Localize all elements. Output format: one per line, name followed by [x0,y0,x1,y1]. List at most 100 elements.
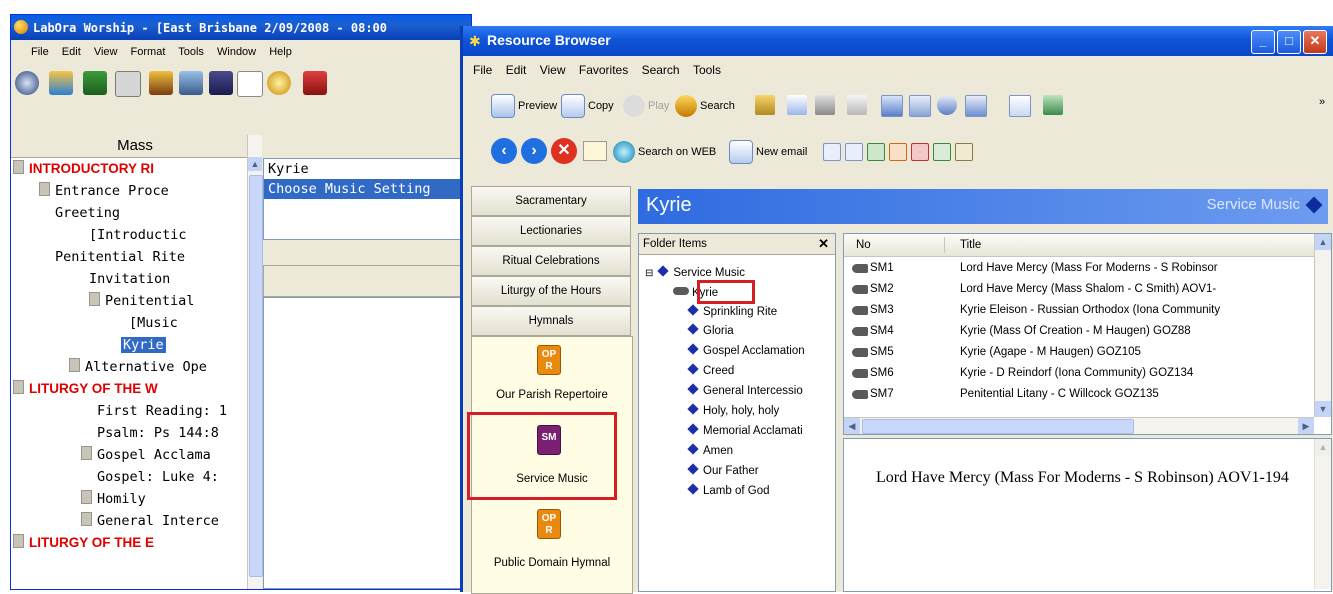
labora-menu-view[interactable]: View [94,46,118,58]
labora-menu-format[interactable]: Format [131,46,166,58]
toolbar-overflow-icon[interactable]: » [1319,96,1325,108]
tree-node-general-intercessions[interactable]: General Interce [81,510,219,532]
tree-node-liturgy-of-the-word[interactable]: LITURGY OF THE W [13,378,158,400]
mail-icon[interactable] [583,141,607,161]
copy-button[interactable]: Copy [561,92,614,120]
list-row[interactable]: SM6 Kyrie - D Reindorf (Iona Community) G… [844,363,1314,384]
folder-item-holy-holy-holy[interactable]: Holy, holy, holy [687,402,779,421]
horizontal-scroll-thumb[interactable] [862,419,1134,434]
list-row[interactable]: SM3 Kyrie Eleison - Russian Orthodox (Ion… [844,300,1314,321]
document-icon[interactable] [847,95,867,115]
folder-item-gospel-acclamation[interactable]: Gospel Acclamation [687,342,805,361]
list-horizontal-scrollbar[interactable]: ◀ ▶ [844,417,1314,434]
exit-door-icon[interactable] [1043,95,1063,115]
search-icon[interactable] [267,71,291,95]
scroll-down-icon[interactable]: ▼ [1315,401,1331,417]
list-row[interactable]: SM4 Kyrie (Mass Of Creation - M Haugen) G… [844,321,1314,342]
preview-button[interactable]: Preview [491,92,557,120]
list-row[interactable]: SM2 Lord Have Mercy (Mass Shalom - C Smit… [844,279,1314,300]
tree-scrollbar[interactable]: ▲ [247,135,263,589]
powerpoint-icon[interactable] [889,143,907,161]
labora-menu-file[interactable]: File [31,46,49,58]
tree-node-psalm[interactable]: Psalm: Ps 144:8 [97,422,219,444]
folder-item-our-father[interactable]: Our Father [687,462,759,481]
labora-menu-tools[interactable]: Tools [178,46,204,58]
nav-ritual-celebrations[interactable]: Ritual Celebrations [471,246,631,276]
tree-node-penitential[interactable]: Penitential [89,290,194,312]
tree-node-gospel[interactable]: Gospel: Luke 4: [97,466,219,488]
book-icon[interactable] [179,71,203,95]
tree-node-kyrie[interactable]: Kyrie [121,334,166,356]
music-note-icon[interactable] [787,95,807,115]
chart-icon[interactable] [49,71,73,95]
help-icon[interactable] [15,71,39,95]
maximize-button[interactable]: □ [1277,30,1301,54]
list-row[interactable]: SM1 Lord Have Mercy (Mass For Moderns - S… [844,258,1314,279]
minimize-button[interactable]: _ [1251,30,1275,54]
tree-node-alternative-opening[interactable]: Alternative Ope [69,356,207,378]
public-domain-hymnal-label[interactable]: Public Domain Hymnal [472,557,632,569]
play-button[interactable]: Play [623,92,669,120]
scroll-up-icon[interactable]: ▲ [1315,439,1331,455]
scroll-right-icon[interactable]: ▶ [1298,418,1314,434]
column-header-no[interactable]: No [856,234,871,256]
labora-menu-edit[interactable]: Edit [62,46,81,58]
pointer-icon[interactable] [1009,95,1031,117]
tree-node-gospel-acclamation[interactable]: Gospel Acclama [81,444,211,466]
scroll-up-icon[interactable]: ▲ [248,157,262,171]
views-dropdown-icon[interactable] [965,95,987,117]
tree-node-penitential-rite[interactable]: Penitential Rite [55,246,185,268]
public-domain-hymnal-icon[interactable]: OP R [537,509,561,539]
book-red-icon[interactable] [303,71,327,95]
rb-menu-tools[interactable]: Tools [693,63,721,77]
library-icon[interactable] [755,95,775,115]
tree-node-greeting[interactable]: Greeting [55,202,120,224]
rb-menu-search[interactable]: Search [642,63,680,77]
rb-menu-view[interactable]: View [540,63,566,77]
folder-item-general-intercessions[interactable]: General Intercessio [687,382,803,401]
document-icon[interactable] [209,71,233,95]
close-pane-icon[interactable]: ✕ [818,234,829,254]
nav-hymnals[interactable]: Hymnals [471,306,631,336]
folder-item-amen[interactable]: Amen [687,442,733,461]
tree-node-first-reading[interactable]: First Reading: 1 [97,400,227,422]
column-separator[interactable] [944,237,945,253]
folder-item-gloria[interactable]: Gloria [687,322,734,341]
labora-menu-window[interactable]: Window [217,46,256,58]
tree-node-entrance-procession[interactable]: Entrance Proce [39,180,169,202]
back-icon[interactable]: ‹ [491,138,517,164]
folder-item-sprinkling-rite[interactable]: Sprinkling Rite [687,303,777,322]
nav-sacramentary[interactable]: Sacramentary [471,186,631,216]
our-parish-repertoire-icon[interactable]: OP R [537,345,561,375]
list-vertical-scrollbar[interactable]: ▲ ▼ [1314,234,1331,417]
video-icon[interactable] [815,95,835,115]
project-icon[interactable] [933,143,951,161]
find-icon[interactable] [937,95,957,115]
forward-icon[interactable]: › [521,138,547,164]
collapse-icon[interactable]: ⊟ [645,268,653,279]
access-icon[interactable] [911,143,929,161]
church-icon[interactable] [149,71,173,95]
tools-icon[interactable] [955,143,973,161]
publisher-icon[interactable] [845,143,863,161]
view-split-icon[interactable] [881,95,903,117]
tree-node-invitation[interactable]: Invitation [89,268,170,290]
rb-menu-favorites[interactable]: Favorites [579,63,628,77]
bar-icon[interactable] [83,71,107,95]
nav-lectionaries[interactable]: Lectionaries [471,216,631,246]
search-on-web-button[interactable]: Search on WEB [613,138,716,166]
list-row[interactable]: SM7 Penitential Litany - C Willcock GOZ13… [844,384,1314,405]
search-button[interactable]: Search [675,92,735,120]
calendar-icon[interactable] [115,71,141,97]
nav-liturgy-of-the-hours[interactable]: Liturgy of the Hours [471,276,631,306]
tree-node-music[interactable]: [Music [129,312,178,334]
folder-item-creed[interactable]: Creed [687,362,734,381]
tree-node-liturgy-of-the-eucharist[interactable]: LITURGY OF THE E [13,532,154,554]
preview-scrollbar[interactable]: ▲ [1314,439,1331,589]
tree-node-homily[interactable]: Homily [81,488,146,510]
page-icon[interactable] [237,71,263,97]
setting-item-choose-music[interactable]: Choose Music Setting [264,179,472,199]
view-list-icon[interactable] [909,95,931,117]
close-button[interactable]: ✕ [1303,30,1327,54]
tree-node-introductory-rites[interactable]: INTRODUCTORY RI [13,158,154,180]
